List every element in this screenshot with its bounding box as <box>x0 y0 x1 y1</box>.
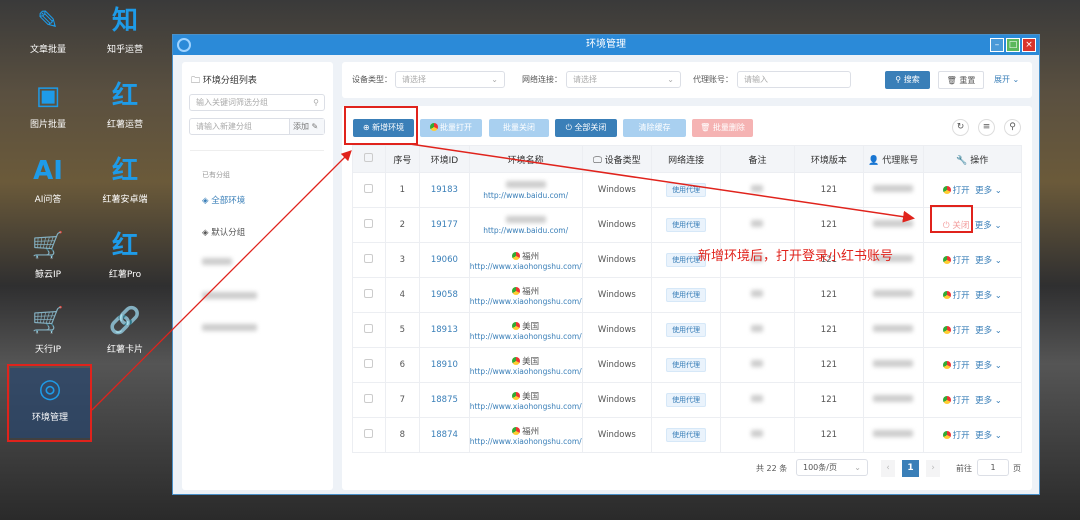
annotation-overlay <box>7 106 973 442</box>
annotation-text: 新增环境后，打开登录小红书账号 <box>698 249 894 264</box>
highlight-box <box>344 106 418 145</box>
highlight-box <box>930 205 973 233</box>
arrow <box>91 150 352 411</box>
highlight-box <box>7 364 92 442</box>
arrow <box>409 143 915 223</box>
